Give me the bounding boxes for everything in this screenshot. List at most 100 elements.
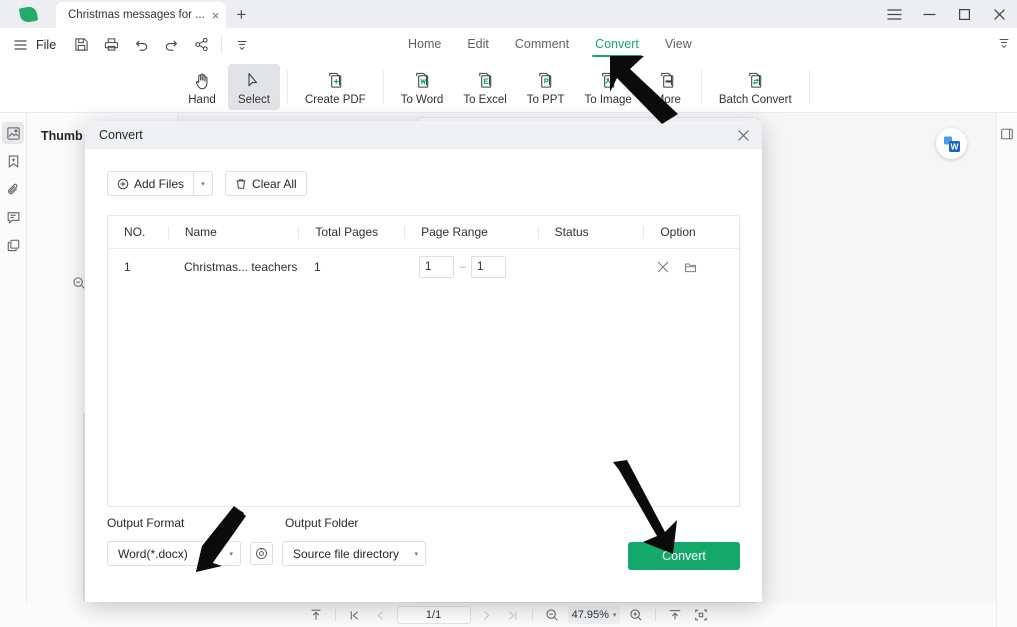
page-range-to-input[interactable]: 1 — [471, 256, 506, 278]
format-settings-gear-icon[interactable] — [250, 542, 273, 565]
document-tab-label: Christmas messages for ... — [68, 9, 205, 21]
layers-icon[interactable] — [2, 234, 24, 256]
file-list-table: NO. Name Total Pages Page Range Status O… — [107, 215, 740, 507]
hand-icon — [194, 70, 211, 91]
next-page-icon[interactable] — [477, 606, 497, 624]
ribbon-tab-bar: Home Edit Comment Convert View — [395, 33, 705, 58]
trash-icon — [235, 178, 247, 190]
cell-no: 1 — [124, 260, 131, 274]
minimize-icon[interactable] — [912, 0, 947, 28]
tool-select[interactable]: Select — [228, 64, 280, 110]
first-page-icon[interactable] — [345, 606, 365, 624]
tool-hand-label: Hand — [188, 94, 216, 106]
more-icon[interactable] — [227, 31, 257, 59]
thumbnail-panel-title: Thumb — [41, 129, 83, 143]
left-icon-rail — [0, 113, 27, 627]
plus-circle-icon — [117, 178, 129, 190]
close-icon[interactable]: × — [212, 9, 220, 22]
tool-create-pdf[interactable]: Create PDF — [295, 64, 376, 110]
chevron-down-icon: ▾ — [612, 612, 617, 619]
chevron-down-icon: ▾ — [229, 550, 233, 558]
to-ppt-icon — [536, 70, 555, 91]
tool-to-word[interactable]: To Word — [391, 64, 454, 110]
zoom-out-icon[interactable] — [72, 276, 86, 295]
tab-home[interactable]: Home — [395, 33, 454, 58]
window-controls — [877, 0, 1017, 28]
zoom-out-icon[interactable] — [542, 606, 562, 624]
previous-page-icon[interactable] — [371, 606, 391, 624]
document-tab[interactable]: Christmas messages for ... × — [56, 2, 227, 28]
to-image-icon — [599, 70, 618, 91]
right-icon-rail — [996, 113, 1017, 627]
chevron-down-icon: ▾ — [414, 550, 418, 558]
output-folder-value: Source file directory — [293, 546, 400, 561]
last-page-icon[interactable] — [503, 606, 523, 624]
convert-to-word-fab[interactable]: W — [936, 128, 967, 159]
clear-all-label: Clear All — [252, 176, 297, 191]
cell-option — [641, 249, 736, 285]
chevron-down-icon[interactable]: ▾ — [194, 180, 212, 188]
cell-total-pages: 1 — [314, 260, 321, 274]
output-format-select[interactable]: Word(*.docx) ▾ — [107, 541, 241, 566]
thumbnail-panel-icon[interactable] — [2, 122, 24, 144]
column-header-page-range: Page Range — [421, 225, 488, 239]
to-word-icon — [413, 70, 432, 91]
tool-batch-convert[interactable]: Batch Convert — [709, 64, 802, 110]
column-header-name: Name — [184, 225, 217, 239]
scroll-to-top-icon[interactable] — [306, 606, 326, 624]
convert-button[interactable]: Convert — [628, 542, 740, 570]
print-icon[interactable] — [96, 31, 126, 59]
tool-more[interactable]: More — [642, 64, 694, 110]
window-close-icon[interactable] — [982, 0, 1017, 28]
cell-name: Christmas... teachers — [184, 260, 298, 274]
share-icon[interactable] — [186, 31, 216, 59]
maximize-icon[interactable] — [947, 0, 982, 28]
tool-more-label: More — [654, 94, 681, 106]
clear-all-button[interactable]: Clear All — [225, 171, 307, 196]
tab-view[interactable]: View — [652, 33, 705, 58]
tab-convert[interactable]: Convert — [582, 33, 652, 58]
dialog-footer: Output Format Output Folder Word(*.docx)… — [107, 516, 740, 570]
tool-to-ppt[interactable]: To PPT — [517, 64, 575, 110]
bookmark-icon[interactable] — [2, 150, 24, 172]
zoom-in-icon[interactable] — [626, 606, 646, 624]
output-folder-select[interactable]: Source file directory ▾ — [282, 541, 426, 566]
redo-icon[interactable] — [156, 31, 186, 59]
undo-icon[interactable] — [126, 31, 156, 59]
fit-page-icon[interactable] — [691, 606, 711, 624]
divider — [287, 70, 288, 104]
right-panel-toggle-icon[interactable] — [996, 123, 1017, 145]
zoom-level-value: 47.95% — [571, 609, 609, 621]
tool-to-excel[interactable]: To Excel — [453, 64, 516, 110]
tab-comment[interactable]: Comment — [502, 33, 582, 58]
hamburger-icon[interactable] — [877, 0, 912, 28]
divider — [700, 70, 702, 104]
file-menu-button[interactable]: File — [6, 31, 66, 59]
attachment-icon[interactable] — [2, 178, 24, 200]
add-files-button[interactable]: Add Files ▾ — [107, 171, 214, 196]
tab-edit[interactable]: Edit — [454, 33, 502, 58]
table-row[interactable]: 1 Christmas... teachers 1 1 – 1 — [108, 249, 739, 285]
fit-width-icon[interactable] — [665, 606, 685, 624]
add-files-main[interactable]: Add Files — [108, 172, 193, 195]
collapse-ribbon-icon[interactable] — [997, 36, 1011, 55]
word-badge-icon: W — [943, 136, 960, 152]
tool-hand[interactable]: Hand — [176, 64, 228, 110]
page-range-from-input[interactable]: 1 — [419, 256, 454, 278]
close-icon[interactable] — [732, 124, 754, 146]
tool-to-image-label: To Image — [584, 94, 632, 106]
save-icon[interactable] — [66, 31, 96, 59]
output-format-label: Output Format — [107, 516, 185, 530]
remove-file-icon[interactable] — [653, 257, 673, 277]
page-indicator[interactable]: 1/1 — [396, 606, 471, 624]
page-range-dash: – — [459, 261, 466, 273]
tool-to-image[interactable]: To Image — [575, 64, 642, 110]
tool-batch-convert-label: Batch Convert — [718, 94, 792, 106]
open-folder-icon[interactable] — [680, 257, 700, 277]
comment-panel-icon[interactable] — [2, 206, 24, 228]
new-tab-button[interactable]: + — [226, 2, 256, 28]
tool-to-excel-label: To Excel — [463, 94, 507, 106]
column-header-no: NO. — [124, 225, 146, 239]
zoom-level-selector[interactable]: 47.95% ▾ — [567, 606, 621, 624]
app-window: Christmas messages for ... × + File Home… — [0, 0, 1017, 627]
